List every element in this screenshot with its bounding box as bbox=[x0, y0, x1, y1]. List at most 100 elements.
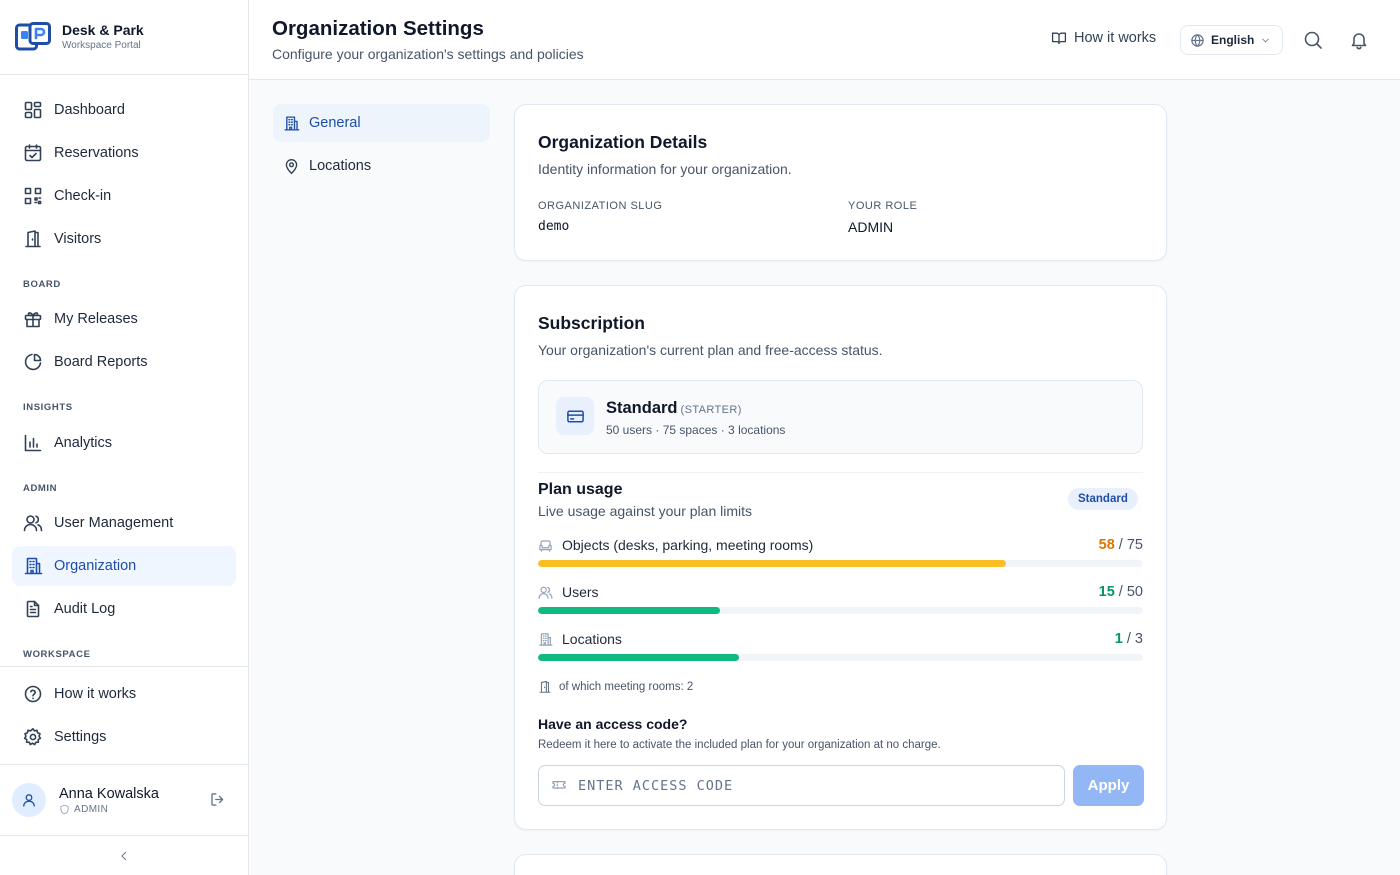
user-role-label: ADMIN bbox=[74, 804, 109, 815]
sidebar-item-settings[interactable]: Settings bbox=[12, 717, 236, 757]
user-profile[interactable]: Anna Kowalska ADMIN bbox=[0, 765, 248, 835]
bar-chart-icon bbox=[24, 434, 42, 452]
chevron-down-icon bbox=[1262, 38, 1270, 42]
usage-bar-fill bbox=[538, 607, 720, 614]
language-select[interactable]: English bbox=[1180, 25, 1283, 55]
top-header: Organization Settings Configure your org… bbox=[249, 0, 1400, 80]
plan-usage-subtitle: Live usage against your plan limits bbox=[538, 503, 753, 519]
sidebar-item-how-it-works[interactable]: How it works bbox=[12, 674, 236, 714]
sidebar-item-check-in[interactable]: Check-in bbox=[12, 176, 236, 216]
access-code-subtitle: Redeem it here to activate the included … bbox=[538, 739, 941, 751]
usage-count: 58 / 75 bbox=[1098, 537, 1143, 553]
card-subtitle: Your organization's current plan and fre… bbox=[538, 342, 883, 358]
sidebar-item-audit-log[interactable]: Audit Log bbox=[12, 589, 236, 629]
usage-count: 15 / 50 bbox=[1098, 584, 1143, 600]
organization-details-card: Organization Details Identity informatio… bbox=[514, 104, 1167, 261]
usage-row-objects: Objects (desks, parking, meeting rooms) … bbox=[538, 537, 1143, 569]
sidebar-item-label: Reservations bbox=[54, 145, 139, 161]
sidebar: Desk & Park Workspace Portal Dashboard R… bbox=[0, 0, 249, 875]
section-admin: ADMIN bbox=[23, 483, 58, 494]
how-it-works-label: How it works bbox=[1074, 30, 1157, 46]
tab-general[interactable]: General bbox=[273, 104, 490, 142]
usage-count: 1 / 3 bbox=[1114, 631, 1143, 647]
sidebar-item-organization[interactable]: Organization bbox=[12, 546, 236, 586]
sidebar-divider bbox=[0, 666, 248, 667]
door-icon bbox=[539, 680, 551, 693]
section-insights: INSIGHTS bbox=[23, 402, 73, 413]
file-text-icon bbox=[26, 600, 40, 618]
language-label: English bbox=[1211, 33, 1255, 47]
logout-icon[interactable] bbox=[209, 791, 226, 808]
sidebar-item-analytics[interactable]: Analytics bbox=[12, 423, 236, 463]
slug-value: demo bbox=[538, 219, 570, 234]
credit-card-icon bbox=[566, 410, 584, 422]
user-name: Anna Kowalska bbox=[59, 786, 159, 802]
sidebar-item-label: Audit Log bbox=[54, 601, 116, 617]
next-settings-card bbox=[514, 854, 1167, 875]
section-workspace: WORKSPACE bbox=[23, 649, 91, 660]
sidebar-item-user-management[interactable]: User Management bbox=[12, 503, 236, 543]
shield-icon bbox=[60, 804, 69, 815]
building-icon bbox=[539, 632, 553, 646]
plan-name: Standard (STARTER) bbox=[606, 399, 742, 417]
sidebar-item-my-releases[interactable]: My Releases bbox=[12, 299, 236, 339]
chevron-left-icon bbox=[121, 851, 126, 860]
usage-bar-fill bbox=[538, 560, 1006, 567]
brand[interactable]: Desk & Park Workspace Portal bbox=[0, 0, 248, 75]
dashboard-icon bbox=[24, 101, 42, 119]
card-subtitle: Identity information for your organizati… bbox=[538, 161, 792, 177]
card-title: Subscription bbox=[538, 313, 645, 333]
usage-label: Users bbox=[562, 584, 599, 600]
subscription-card: Subscription Your organization's current… bbox=[514, 285, 1167, 830]
plan-usage-title: Plan usage bbox=[538, 481, 623, 498]
search-icon[interactable] bbox=[1303, 30, 1323, 50]
tab-locations[interactable]: Locations bbox=[273, 147, 490, 185]
bell-icon[interactable] bbox=[1349, 30, 1369, 50]
help-circle-icon bbox=[24, 685, 42, 703]
users-icon bbox=[538, 586, 553, 599]
access-code-title: Have an access code? bbox=[538, 716, 688, 732]
current-plan: Standard (STARTER) 50 users · 75 spaces ·… bbox=[538, 380, 1143, 454]
sidebar-item-reservations[interactable]: Reservations bbox=[12, 133, 236, 173]
sidebar-item-board-reports[interactable]: Board Reports bbox=[12, 342, 236, 382]
sidebar-item-label: User Management bbox=[54, 515, 174, 531]
card-title: Organization Details bbox=[538, 132, 708, 152]
user-role: ADMIN bbox=[59, 804, 159, 815]
meeting-rooms-note: of which meeting rooms: 2 bbox=[538, 680, 693, 694]
apply-button[interactable]: Apply bbox=[1073, 765, 1144, 806]
ticket-icon bbox=[552, 780, 566, 789]
sidebar-item-label: Check-in bbox=[54, 188, 112, 204]
collapse-sidebar-button[interactable] bbox=[0, 836, 248, 875]
sidebar-item-visitors[interactable]: Visitors bbox=[12, 219, 236, 259]
tab-locations-label: Locations bbox=[309, 158, 372, 174]
how-it-works-link[interactable]: How it works bbox=[1051, 30, 1156, 46]
gift-icon bbox=[24, 312, 42, 328]
sidebar-item-label: My Releases bbox=[54, 311, 138, 327]
calendar-check-icon bbox=[24, 144, 42, 162]
access-code-field[interactable] bbox=[538, 765, 1065, 806]
door-icon bbox=[25, 230, 41, 248]
section-board: BOARD bbox=[23, 279, 61, 290]
page-title: Organization Settings bbox=[272, 17, 484, 40]
pie-chart-icon bbox=[24, 353, 42, 371]
map-pin-icon bbox=[285, 158, 298, 174]
usage-label: Locations bbox=[562, 631, 622, 647]
usage-row-users: Users 15 / 50 bbox=[538, 584, 1143, 616]
logo-icon bbox=[15, 22, 51, 51]
sidebar-item-label: Analytics bbox=[54, 435, 113, 451]
avatar bbox=[12, 783, 46, 817]
building-icon bbox=[284, 115, 300, 131]
sidebar-item-dashboard[interactable]: Dashboard bbox=[12, 90, 236, 130]
plan-badge: Standard bbox=[1068, 488, 1138, 510]
brand-name: Desk & Park bbox=[62, 22, 144, 38]
sidebar-item-label: Board Reports bbox=[54, 354, 148, 370]
usage-bar-fill bbox=[538, 654, 740, 661]
user-icon bbox=[23, 794, 35, 807]
usage-row-locations: Locations 1 / 3 bbox=[538, 631, 1143, 663]
usage-bar bbox=[538, 560, 1143, 567]
access-code-input[interactable] bbox=[578, 777, 1038, 794]
qr-code-icon bbox=[24, 187, 42, 205]
usage-label: Objects (desks, parking, meeting rooms) bbox=[562, 537, 814, 553]
section-divider bbox=[538, 472, 1143, 473]
sidebar-item-label: Settings bbox=[54, 729, 107, 745]
